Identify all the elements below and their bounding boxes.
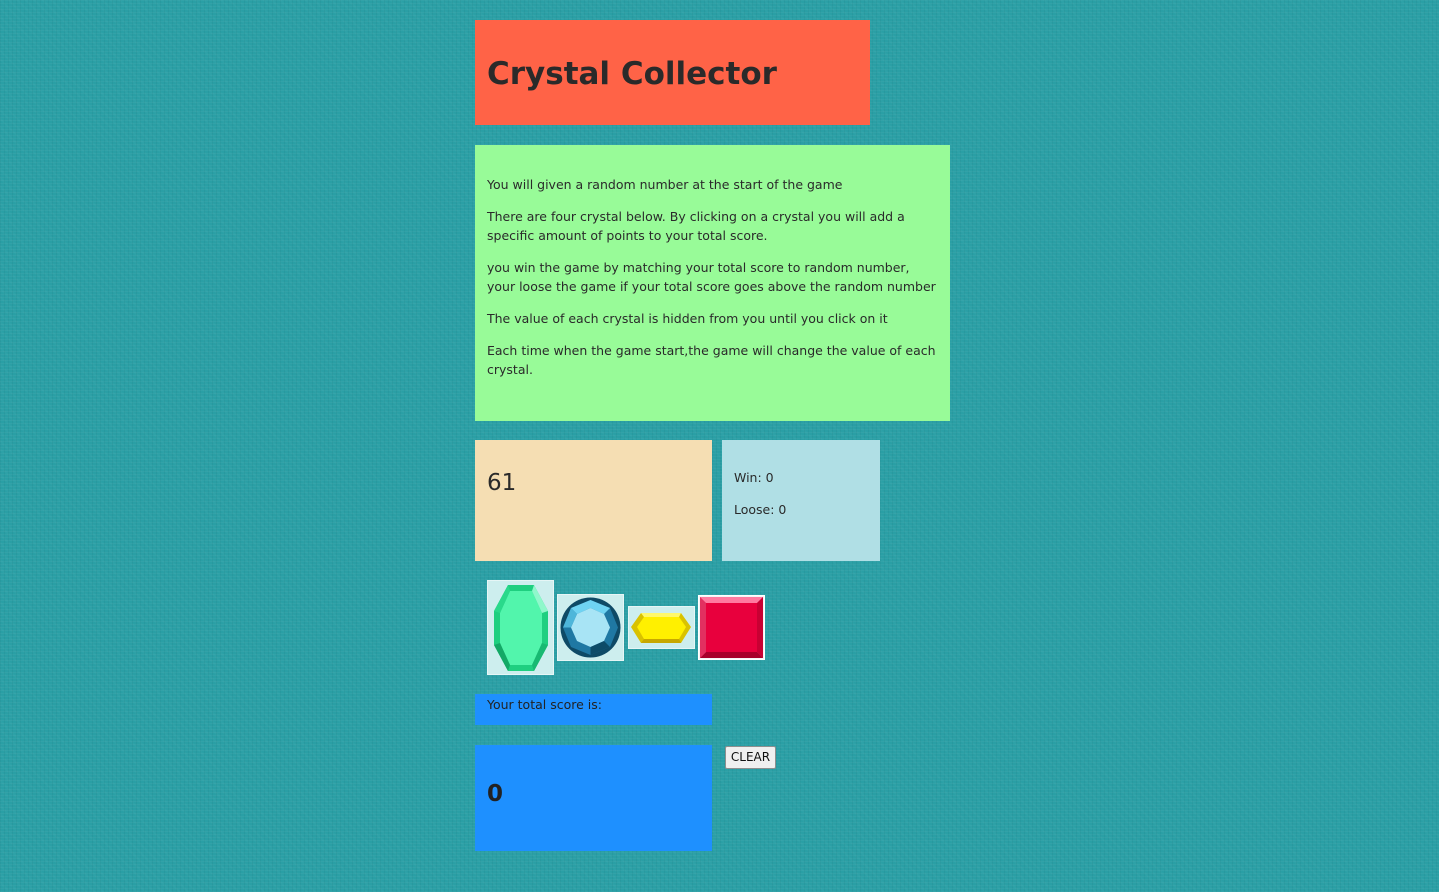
stats-panel: Win: 0 Loose: 0 — [722, 440, 880, 561]
instruction-text: Each time when the game start,the game w… — [487, 343, 936, 377]
yellow-crystal-icon — [631, 613, 691, 643]
wins-count: Win: 0 — [734, 470, 774, 485]
instruction-text: The value of each crystal is hidden from… — [487, 311, 888, 326]
page-title: Crystal Collector — [487, 56, 777, 92]
green-crystal-button[interactable] — [487, 580, 554, 675]
blue-crystal-button[interactable] — [557, 594, 624, 661]
red-crystal-button[interactable] — [698, 595, 765, 660]
score-label: Your total score is: — [487, 697, 602, 712]
instruction-text: There are four crystal below. By clickin… — [487, 209, 905, 243]
yellow-crystal-button[interactable] — [628, 606, 695, 649]
instruction-text: you win the game by matching your total … — [487, 260, 936, 294]
blue-crystal-icon — [560, 597, 621, 658]
total-score: 0 — [487, 781, 504, 807]
green-crystal-icon — [494, 585, 548, 671]
target-number-panel: 61 — [475, 440, 712, 561]
losses-count: Loose: 0 — [734, 502, 787, 517]
title-panel: Crystal Collector — [475, 20, 870, 125]
instruction-text: You will given a random number at the st… — [487, 177, 843, 192]
red-crystal-icon — [700, 597, 763, 658]
score-panel: 0 — [475, 745, 712, 851]
score-label-panel: Your total score is: — [475, 694, 712, 725]
random-number: 61 — [487, 470, 517, 496]
clear-button[interactable]: CLEAR — [725, 746, 776, 769]
instructions-panel: You will given a random number at the st… — [475, 145, 950, 421]
